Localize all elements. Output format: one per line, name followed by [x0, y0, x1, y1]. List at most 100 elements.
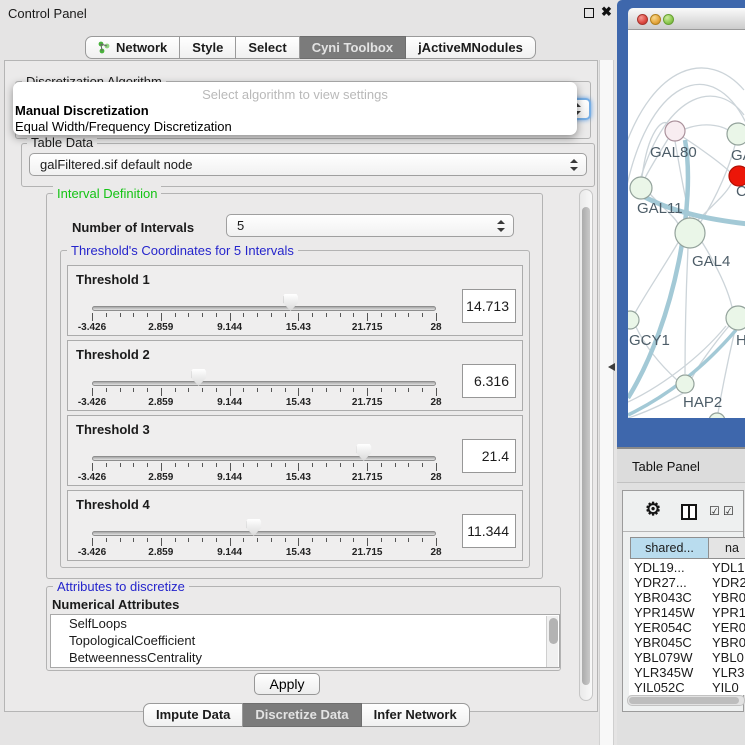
node-gal4[interactable]: [675, 218, 705, 248]
gear-icon[interactable]: ⚙: [645, 499, 661, 520]
tab-network[interactable]: Network: [85, 36, 180, 59]
tab-jactivemnodules[interactable]: jActiveMNodules: [406, 36, 536, 59]
node-clipped-bottom[interactable]: [709, 413, 725, 418]
threshold-3-value-field[interactable]: 21.4: [462, 439, 516, 473]
zoom-traffic-light-icon[interactable]: [663, 14, 674, 25]
list-item[interactable]: BetweennessCentrality: [51, 649, 559, 666]
table-row[interactable]: YDL19...YDL1: [629, 559, 745, 574]
table-row[interactable]: YDR27...YDR2: [629, 574, 745, 589]
split-column-icon[interactable]: [681, 504, 697, 520]
table-cell[interactable]: YBR0: [707, 635, 745, 650]
column-header-shared-name[interactable]: shared...: [630, 537, 709, 559]
table-cell[interactable]: YDL19...: [629, 560, 707, 575]
table-cell[interactable]: YDR2: [707, 575, 745, 590]
threshold-3-slider-track[interactable]: [92, 456, 436, 461]
node-gcy1[interactable]: [628, 311, 639, 329]
number-of-intervals-combobox[interactable]: 5: [226, 214, 514, 237]
table-cell[interactable]: YLR345W: [629, 665, 707, 680]
threshold-1-slider-track[interactable]: [92, 306, 436, 311]
tab-select[interactable]: Select: [236, 36, 299, 59]
algorithm-dropdown-popup: Select algorithm to view settings Manual…: [13, 82, 577, 135]
network-icon: [98, 39, 111, 60]
table-cell[interactable]: YPR145W: [629, 605, 707, 620]
table-cell[interactable]: YPR1: [707, 605, 745, 620]
table-cell[interactable]: YBR0: [707, 590, 745, 605]
table-row[interactable]: YLR345WYLR3: [629, 664, 745, 679]
combo-arrows-icon: [570, 159, 578, 171]
table-row[interactable]: YIL052CYIL0: [629, 679, 745, 694]
node-label-hap2: HAP2: [683, 394, 722, 411]
table-rows: YDL19...YDL1YDR27...YDR2YBR043CYBR0YPR14…: [629, 559, 745, 695]
table-data-combobox[interactable]: galFiltered.sif default node: [29, 153, 587, 176]
node-label-clipped-top-right: GA: [731, 147, 745, 164]
table-row[interactable]: YBR045CYBR0: [629, 634, 745, 649]
control-panel-tabs: Network Style Select Cyni Toolbox jActiv…: [85, 36, 536, 59]
checkbox-icon[interactable]: ☑: [723, 504, 734, 518]
tab-impute-data[interactable]: Impute Data: [143, 703, 243, 727]
threshold-1-label: Threshold 1: [76, 272, 150, 287]
node-label-gal80: GAL80: [650, 144, 697, 161]
table-cell[interactable]: YLR3: [707, 665, 745, 680]
list-item[interactable]: TopologicalCoefficient: [51, 632, 559, 649]
table-cell[interactable]: YDR27...: [629, 575, 707, 590]
node-gal11[interactable]: [630, 177, 652, 199]
thresholds-group-title: Threshold's Coordinates for 5 Intervals: [67, 243, 298, 258]
table-cell[interactable]: YIL0: [707, 680, 739, 695]
network-view-window[interactable]: GAL80 GA C GAL11 GAL4 GCY1 H HAP2: [617, 0, 745, 447]
close-traffic-light-icon[interactable]: [637, 14, 648, 25]
threshold-2-value-field[interactable]: 6.316: [462, 364, 516, 398]
table-cell[interactable]: YBR043C: [629, 590, 707, 605]
network-window-titlebar[interactable]: [628, 8, 745, 30]
table-row[interactable]: YBR043CYBR0: [629, 589, 745, 604]
node-label-clipped-mid-right: C: [736, 183, 745, 200]
settings-scrollbar[interactable]: [579, 189, 593, 701]
threshold-3-label: Threshold 3: [76, 422, 150, 437]
table-cell[interactable]: YBL079W: [629, 650, 707, 665]
column-header-name[interactable]: na: [709, 537, 745, 559]
node-h[interactable]: [726, 306, 745, 330]
table-cell[interactable]: YDL1: [707, 560, 745, 575]
node-table: ⚙ ☑ ☑ shared... na YDL19...YDL1YDR27...Y…: [622, 490, 744, 712]
tab-style[interactable]: Style: [180, 36, 236, 59]
minimize-traffic-light-icon[interactable]: [650, 14, 661, 25]
attributes-scrollbar[interactable]: [546, 616, 558, 668]
slider-ticks: [92, 463, 436, 472]
table-row[interactable]: YBL079WYBL0: [629, 649, 745, 664]
node-gal80[interactable]: [665, 121, 685, 141]
threshold-4-value-field[interactable]: 11.344: [462, 514, 516, 548]
table-cell[interactable]: YIL052C: [629, 680, 707, 695]
table-row[interactable]: YER054CYER0: [629, 619, 745, 634]
table-cell[interactable]: YER0: [707, 620, 745, 635]
algorithm-option-equal-width[interactable]: Equal Width/Frequency Discretization: [15, 119, 232, 134]
network-canvas[interactable]: GAL80 GA C GAL11 GAL4 GCY1 H HAP2: [628, 30, 745, 418]
checkbox-icon[interactable]: ☑: [709, 504, 720, 518]
attributes-scrollbar-thumb[interactable]: [549, 618, 558, 644]
threshold-4-slider-track[interactable]: [92, 531, 436, 536]
settings-scrollbar-thumb[interactable]: [582, 207, 590, 685]
float-window-icon[interactable]: [584, 8, 594, 18]
list-item[interactable]: SelfLoops: [51, 615, 559, 632]
algorithm-option-manual[interactable]: Manual Discretization: [15, 103, 149, 118]
numerical-attributes-list[interactable]: SelfLoops TopologicalCoefficient Between…: [50, 614, 560, 668]
node-clipped-top-right[interactable]: [727, 123, 745, 145]
threshold-1-value-field[interactable]: 14.713: [462, 289, 516, 323]
interval-definition-group: Interval Definition Number of Intervals …: [46, 193, 543, 579]
table-cell[interactable]: YBR045C: [629, 635, 707, 650]
node-hap2[interactable]: [676, 375, 694, 393]
table-cell[interactable]: YBL0: [707, 650, 744, 665]
threshold-2-slider-track[interactable]: [92, 381, 436, 386]
table-horizontal-scrollbar[interactable]: [627, 695, 745, 706]
table-scrollbar-thumb[interactable]: [629, 697, 739, 704]
tab-cyni-toolbox[interactable]: Cyni Toolbox: [300, 36, 406, 59]
threshold-2-row: Threshold 2 -3.4262.8599.14415.4321.7152…: [67, 340, 523, 411]
node-label-clipped-right: H: [736, 332, 745, 349]
table-cell[interactable]: YER054C: [629, 620, 707, 635]
panel-divider[interactable]: [599, 60, 614, 745]
table-row[interactable]: YPR145WYPR1: [629, 604, 745, 619]
apply-button[interactable]: Apply: [254, 673, 320, 695]
slider-tick-labels: -3.4262.8599.14415.4321.71528: [92, 322, 436, 334]
cyni-toolbox-panel: Discretization Algorithm Table Data galF…: [4, 60, 598, 712]
close-icon[interactable]: ✖: [601, 4, 612, 20]
tab-infer-network[interactable]: Infer Network: [362, 703, 470, 727]
tab-discretize-data[interactable]: Discretize Data: [243, 703, 361, 727]
